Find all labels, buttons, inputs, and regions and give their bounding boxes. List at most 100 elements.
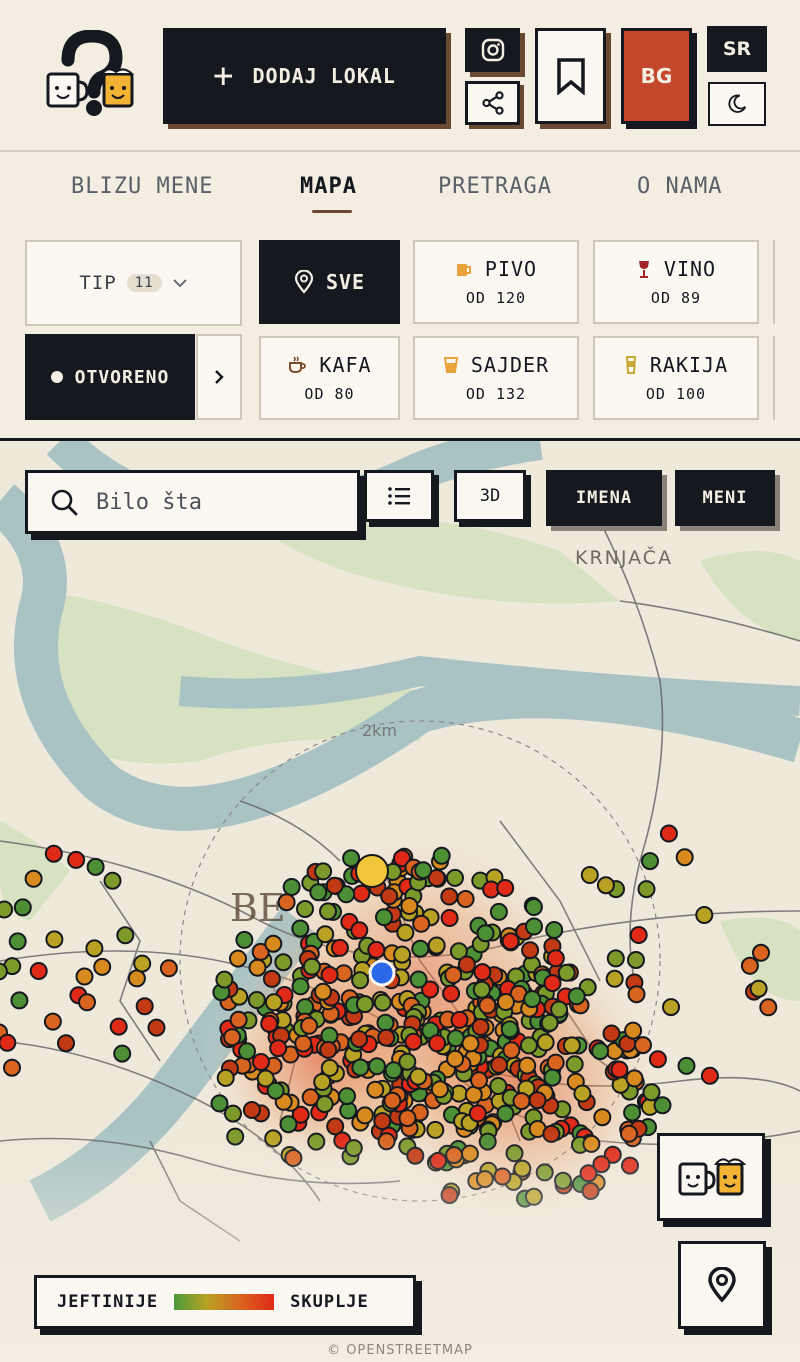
place-marker[interactable] xyxy=(210,1094,229,1113)
share-button[interactable] xyxy=(465,81,520,125)
place-marker[interactable] xyxy=(580,866,599,884)
place-marker[interactable] xyxy=(350,1030,369,1049)
place-marker[interactable] xyxy=(700,1066,719,1085)
place-marker[interactable] xyxy=(545,921,564,939)
place-marker[interactable] xyxy=(294,1034,313,1053)
place-marker[interactable] xyxy=(29,962,48,980)
place-marker[interactable] xyxy=(562,1036,581,1055)
place-marker[interactable] xyxy=(3,1058,21,1077)
place-marker[interactable] xyxy=(242,1101,261,1119)
type-dropdown[interactable]: TIP 11 xyxy=(25,240,242,326)
place-marker[interactable] xyxy=(291,977,310,996)
place-marker[interactable] xyxy=(352,884,371,903)
place-marker[interactable] xyxy=(478,996,497,1015)
place-marker[interactable] xyxy=(409,970,428,989)
place-marker[interactable] xyxy=(605,969,624,988)
place-marker[interactable] xyxy=(602,1024,621,1043)
place-marker[interactable] xyxy=(291,919,310,938)
place-marker[interactable] xyxy=(675,848,694,867)
place-marker[interactable] xyxy=(229,1010,248,1029)
place-marker[interactable] xyxy=(367,940,386,959)
place-marker[interactable] xyxy=(338,1087,356,1106)
place-marker[interactable] xyxy=(325,876,344,895)
place-marker[interactable] xyxy=(8,932,27,951)
place-marker[interactable] xyxy=(593,1108,612,1127)
place-marker[interactable] xyxy=(24,869,43,888)
place-marker[interactable] xyxy=(133,954,152,973)
place-marker[interactable] xyxy=(282,878,301,896)
place-marker[interactable] xyxy=(314,862,333,881)
place-marker[interactable] xyxy=(85,939,104,958)
place-marker[interactable] xyxy=(512,1092,531,1111)
place-marker[interactable] xyxy=(224,1104,242,1123)
place-marker[interactable] xyxy=(740,956,759,975)
place-marker[interactable] xyxy=(13,898,32,917)
place-marker[interactable] xyxy=(624,1021,643,1040)
place-marker[interactable] xyxy=(45,930,64,949)
place-marker[interactable] xyxy=(300,1016,319,1035)
place-marker[interactable] xyxy=(373,993,392,1012)
place-marker[interactable] xyxy=(315,1095,334,1114)
nav-search[interactable]: PRETRAGA xyxy=(438,174,552,199)
search-input[interactable] xyxy=(96,489,326,515)
place-marker[interactable] xyxy=(567,987,586,1006)
place-marker[interactable] xyxy=(524,898,543,916)
place-marker[interactable] xyxy=(695,906,714,924)
place-marker[interactable] xyxy=(442,984,461,1003)
place-marker[interactable] xyxy=(116,926,135,945)
category-wine[interactable]: VINO OD 89 xyxy=(593,240,759,324)
instagram-button[interactable] xyxy=(465,28,520,72)
place-marker[interactable] xyxy=(351,1058,370,1077)
place-marker[interactable] xyxy=(235,930,254,949)
place-marker[interactable] xyxy=(546,949,565,968)
place-marker[interactable] xyxy=(470,1071,488,1090)
place-marker[interactable] xyxy=(274,953,293,972)
place-marker[interactable] xyxy=(44,844,63,863)
lemon-icon[interactable] xyxy=(355,854,389,888)
place-marker[interactable] xyxy=(411,939,430,958)
place-marker[interactable] xyxy=(565,1055,584,1074)
place-marker[interactable] xyxy=(375,908,393,927)
place-marker[interactable] xyxy=(266,1081,285,1100)
place-marker[interactable] xyxy=(350,921,369,940)
place-marker[interactable] xyxy=(653,1096,672,1115)
place-marker[interactable] xyxy=(277,893,296,912)
place-marker[interactable] xyxy=(383,1091,402,1110)
place-marker[interactable] xyxy=(472,980,491,999)
place-marker[interactable] xyxy=(75,967,94,986)
place-marker[interactable] xyxy=(637,880,656,899)
place-marker[interactable] xyxy=(446,1049,465,1068)
place-marker[interactable] xyxy=(642,1083,661,1102)
place-marker[interactable] xyxy=(373,1112,392,1131)
place-marker[interactable] xyxy=(523,990,542,1009)
menu-toggle-button[interactable]: MENI xyxy=(675,470,775,526)
place-marker[interactable] xyxy=(366,1080,385,1099)
place-marker[interactable] xyxy=(302,957,321,976)
place-marker[interactable] xyxy=(0,1033,17,1052)
place-marker[interactable] xyxy=(446,1029,465,1048)
place-marker[interactable] xyxy=(398,1109,417,1128)
mascot-button[interactable] xyxy=(657,1133,765,1221)
place-marker[interactable] xyxy=(135,997,154,1016)
category-beer[interactable]: PIVO OD 120 xyxy=(413,240,579,324)
place-marker[interactable] xyxy=(450,1010,469,1029)
place-marker[interactable] xyxy=(627,951,645,969)
map-canvas[interactable]: BE xyxy=(0,441,800,1362)
place-marker[interactable] xyxy=(252,1053,270,1071)
place-marker[interactable] xyxy=(623,1103,642,1122)
place-marker[interactable] xyxy=(296,900,314,918)
bookmark-button[interactable] xyxy=(535,28,606,124)
place-marker[interactable] xyxy=(536,1033,555,1052)
place-marker[interactable] xyxy=(468,1104,487,1123)
place-marker[interactable] xyxy=(596,876,615,895)
place-marker[interactable] xyxy=(519,1036,538,1055)
place-marker[interactable] xyxy=(430,1080,449,1099)
place-marker[interactable] xyxy=(330,938,349,957)
place-marker[interactable] xyxy=(629,926,648,944)
place-marker[interactable] xyxy=(414,861,433,880)
place-marker[interactable] xyxy=(43,1012,62,1031)
place-marker[interactable] xyxy=(546,1053,565,1072)
place-marker[interactable] xyxy=(320,966,339,984)
place-marker[interactable] xyxy=(521,941,540,960)
place-marker[interactable] xyxy=(634,1036,652,1055)
